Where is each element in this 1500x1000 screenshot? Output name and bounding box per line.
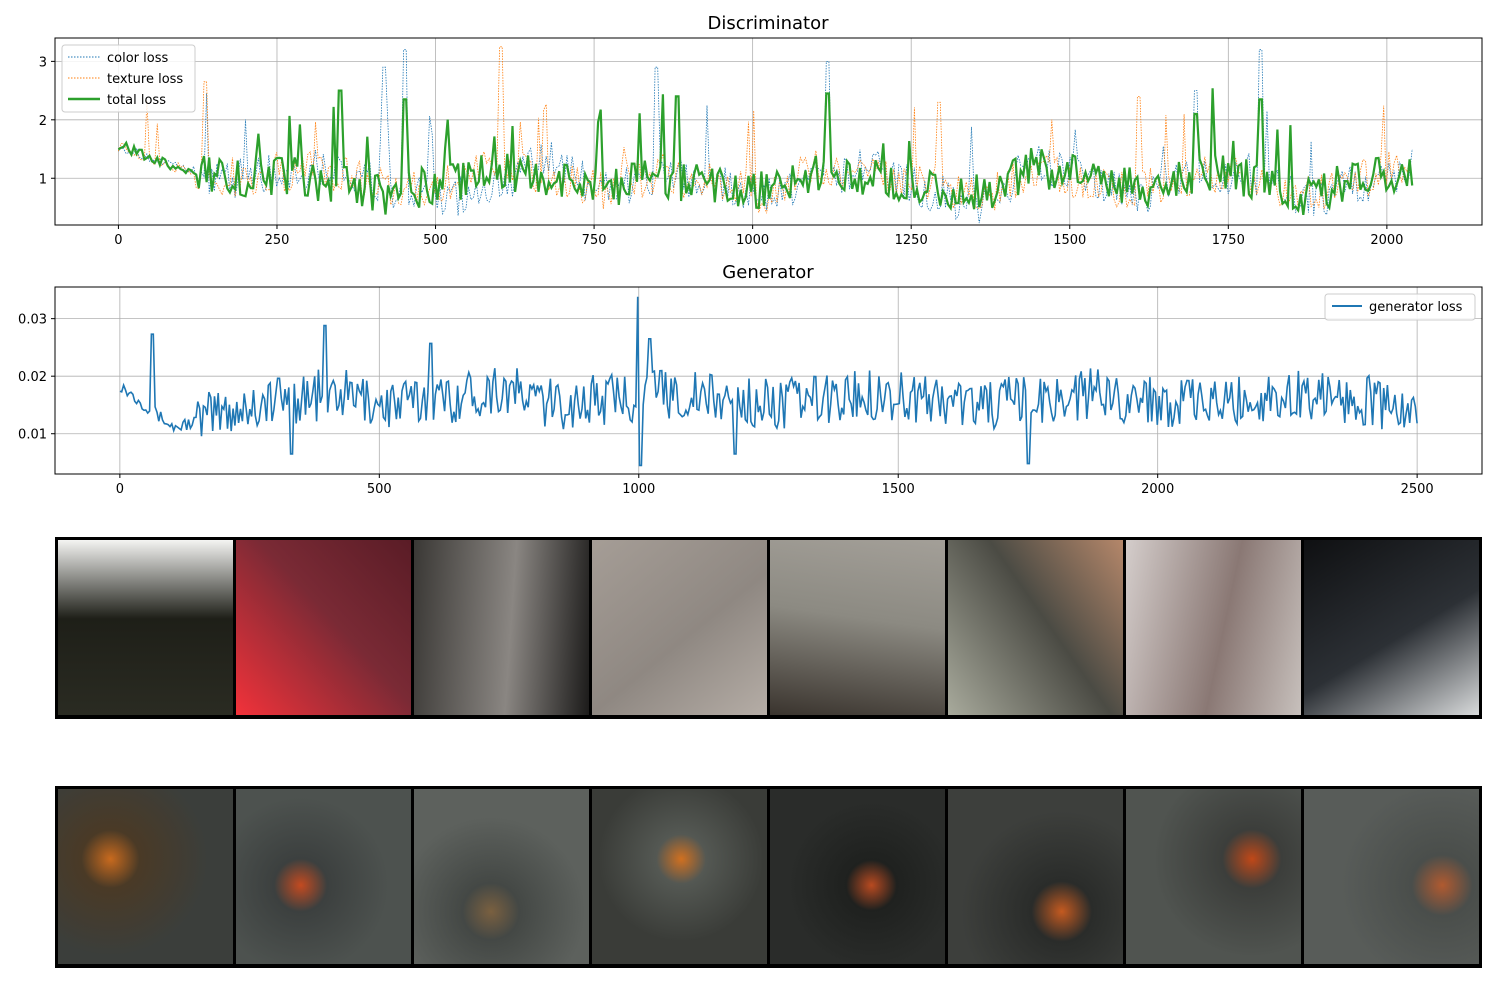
generator-legend: generator loss [1324,293,1476,321]
discriminator-title: Discriminator [708,13,830,34]
x-tick-label: 500 [367,482,392,497]
input-image-tile [236,540,411,715]
generator-series [119,296,1418,467]
x-tick-label: 1000 [622,482,655,497]
input-image-tile [1126,540,1301,715]
output-image-tile [1304,789,1479,964]
x-tick-label: 750 [582,233,607,248]
discriminator-panel: Discriminator 0 250 500 750 1000 1250 1500 1750… [39,13,1483,248]
x-tick-label: 250 [265,233,290,248]
input-image-tile [770,540,945,715]
legend-label-texture-loss: texture loss [107,72,183,87]
input-image-tile [58,540,233,715]
input-image-tile [414,540,589,715]
legend-label-color-loss: color loss [107,51,168,66]
legend-label-total-loss: total loss [107,93,166,108]
input-image-tile [592,540,767,715]
y-tick-label: 0.01 [18,428,47,443]
series-line-generator-loss [119,296,1418,467]
y-tick-label: 3 [39,55,47,70]
input-image-tile [1304,540,1479,715]
output-image-tile [770,789,945,964]
x-tick-label: 1500 [1053,233,1086,248]
x-tick-label: 2500 [1401,482,1434,497]
generator-panel: Generator 0 500 1000 1500 2000 2500 0.01 0.02 0.… [18,262,1483,497]
input-image-tile [948,540,1123,715]
output-image-tile [414,789,589,964]
generator-ticks: 0 500 1000 1500 2000 2500 0.01 0.02 0.03 [18,313,1434,497]
x-tick-label: 1500 [882,482,915,497]
x-tick-label: 0 [114,233,122,248]
x-tick-label: 2000 [1370,233,1403,248]
output-image-tile [948,789,1123,964]
x-tick-label: 1750 [1212,233,1245,248]
x-tick-label: 1250 [895,233,928,248]
x-tick-label: 0 [116,482,124,497]
series-line-total-loss [117,88,1414,216]
y-tick-label: 0.03 [18,313,47,328]
y-tick-label: 1 [39,172,47,187]
discriminator-legend: color loss texture loss total loss [61,44,196,113]
generator-title: Generator [722,262,814,283]
output-image-tile [592,789,767,964]
y-tick-label: 2 [39,114,47,129]
legend-label-generator-loss: generator loss [1369,300,1463,315]
input-image-strip [55,537,1482,719]
y-tick-label: 0.02 [18,370,47,385]
x-tick-label: 1000 [736,233,769,248]
output-image-strip [55,786,1482,968]
output-image-tile [236,789,411,964]
output-image-tile [1126,789,1301,964]
x-tick-label: 500 [423,233,448,248]
discriminator-series [117,46,1414,224]
output-image-tile [58,789,233,964]
x-tick-label: 2000 [1141,482,1174,497]
